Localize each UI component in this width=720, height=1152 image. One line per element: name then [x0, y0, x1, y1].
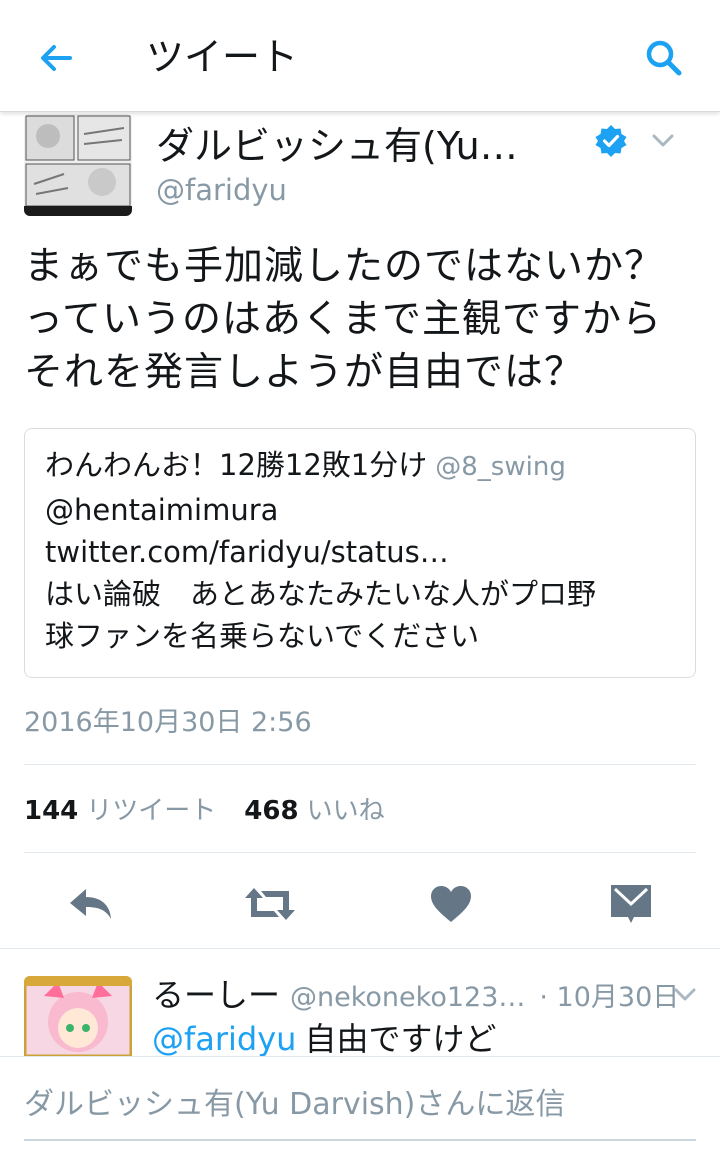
reply-author-handle[interactable]: @nekoneko123…	[290, 982, 525, 1013]
quoted-author-handle: @8_swing	[435, 452, 566, 482]
reply-time: · 10月30日	[539, 982, 680, 1013]
author-avatar[interactable]	[24, 114, 132, 216]
reply-author-avatar[interactable]	[24, 976, 132, 1056]
tweet-text-line: それを発言しようが自由では？	[24, 350, 585, 395]
tweet-timestamp: 2016年10月30日 2:56	[24, 707, 312, 738]
quoted-text-line: はい論破 あとあなたみたいな人がプロ野	[45, 577, 597, 611]
retweet-label[interactable]: リツイート	[86, 796, 216, 826]
chevron-down-icon	[652, 134, 674, 147]
tweet-menu-button[interactable]	[646, 124, 680, 158]
retweet-icon	[245, 888, 295, 920]
reply-input[interactable]: ダルビッシュ有(Yu Darvish)さんに返信	[24, 1083, 696, 1141]
quoted-text-line: 球ファンを名乗らないでください	[45, 619, 480, 653]
reply-mention-link[interactable]: @faridyu	[152, 1020, 296, 1056]
like-button[interactable]	[421, 876, 481, 932]
author-handle[interactable]: @faridyu	[156, 170, 287, 210]
quoted-tweet-header: わんわんお！12勝12敗1分け @8_swing	[45, 443, 675, 489]
reply-icon	[70, 889, 111, 919]
divider	[24, 852, 696, 853]
reply-button[interactable]	[60, 876, 120, 932]
search-icon	[646, 40, 682, 76]
tweet-text-line: まぁでも手加減したのではないか？	[24, 244, 665, 289]
tweet-text-line: っていうのはあくまで主観ですから	[24, 297, 663, 342]
avatar-image	[24, 976, 132, 1056]
reply-menu-button[interactable]	[670, 980, 700, 1010]
compose-bar: ダルビッシュ有(Yu Darvish)さんに返信	[0, 1056, 720, 1152]
reply-author-name[interactable]: るーしー	[152, 976, 280, 1014]
quoted-text-line: @hentaimimura	[45, 493, 279, 527]
verified-badge-icon	[594, 124, 628, 158]
retweet-button[interactable]	[240, 876, 300, 932]
heart-icon	[431, 886, 471, 922]
chevron-down-icon	[674, 988, 696, 1001]
section-divider	[0, 948, 720, 949]
page-title: ツイート	[146, 35, 299, 79]
direct-message-button[interactable]	[601, 876, 661, 932]
reply-header: るーしー @nekoneko123… · 10月30日	[152, 972, 679, 1021]
tweet-text: まぁでも手加減したのではないか？ っていうのはあくまで主観ですから それを発言し…	[24, 240, 696, 399]
like-label[interactable]: いいね	[307, 796, 385, 826]
back-arrow-icon	[41, 45, 72, 71]
author-name[interactable]: ダルビッシュ有(Yu…	[156, 122, 518, 170]
reply-body: 自由ですけど	[304, 1020, 497, 1056]
like-count[interactable]: 468	[244, 796, 298, 826]
quoted-tweet-text: @hentaimimura twitter.com/faridyu/status…	[45, 489, 675, 657]
avatar-image	[24, 114, 132, 216]
direct-message-icon	[611, 885, 651, 923]
tweet-stats: 144 リツイート 468 いいね	[24, 792, 413, 830]
retweet-count[interactable]: 144	[24, 796, 78, 826]
quoted-author-name: わんわんお！12勝12敗1分け	[45, 448, 428, 482]
app-header: ツイート	[0, 0, 720, 112]
reply-text: @faridyu 自由ですけど	[152, 1016, 496, 1056]
back-button[interactable]	[30, 32, 82, 84]
divider	[24, 764, 696, 765]
quoted-tweet-card[interactable]: わんわんお！12勝12敗1分け @8_swing @hentaimimura tw…	[24, 428, 696, 678]
quoted-text-line: twitter.com/faridyu/status…	[45, 535, 449, 569]
search-button[interactable]	[636, 30, 692, 86]
